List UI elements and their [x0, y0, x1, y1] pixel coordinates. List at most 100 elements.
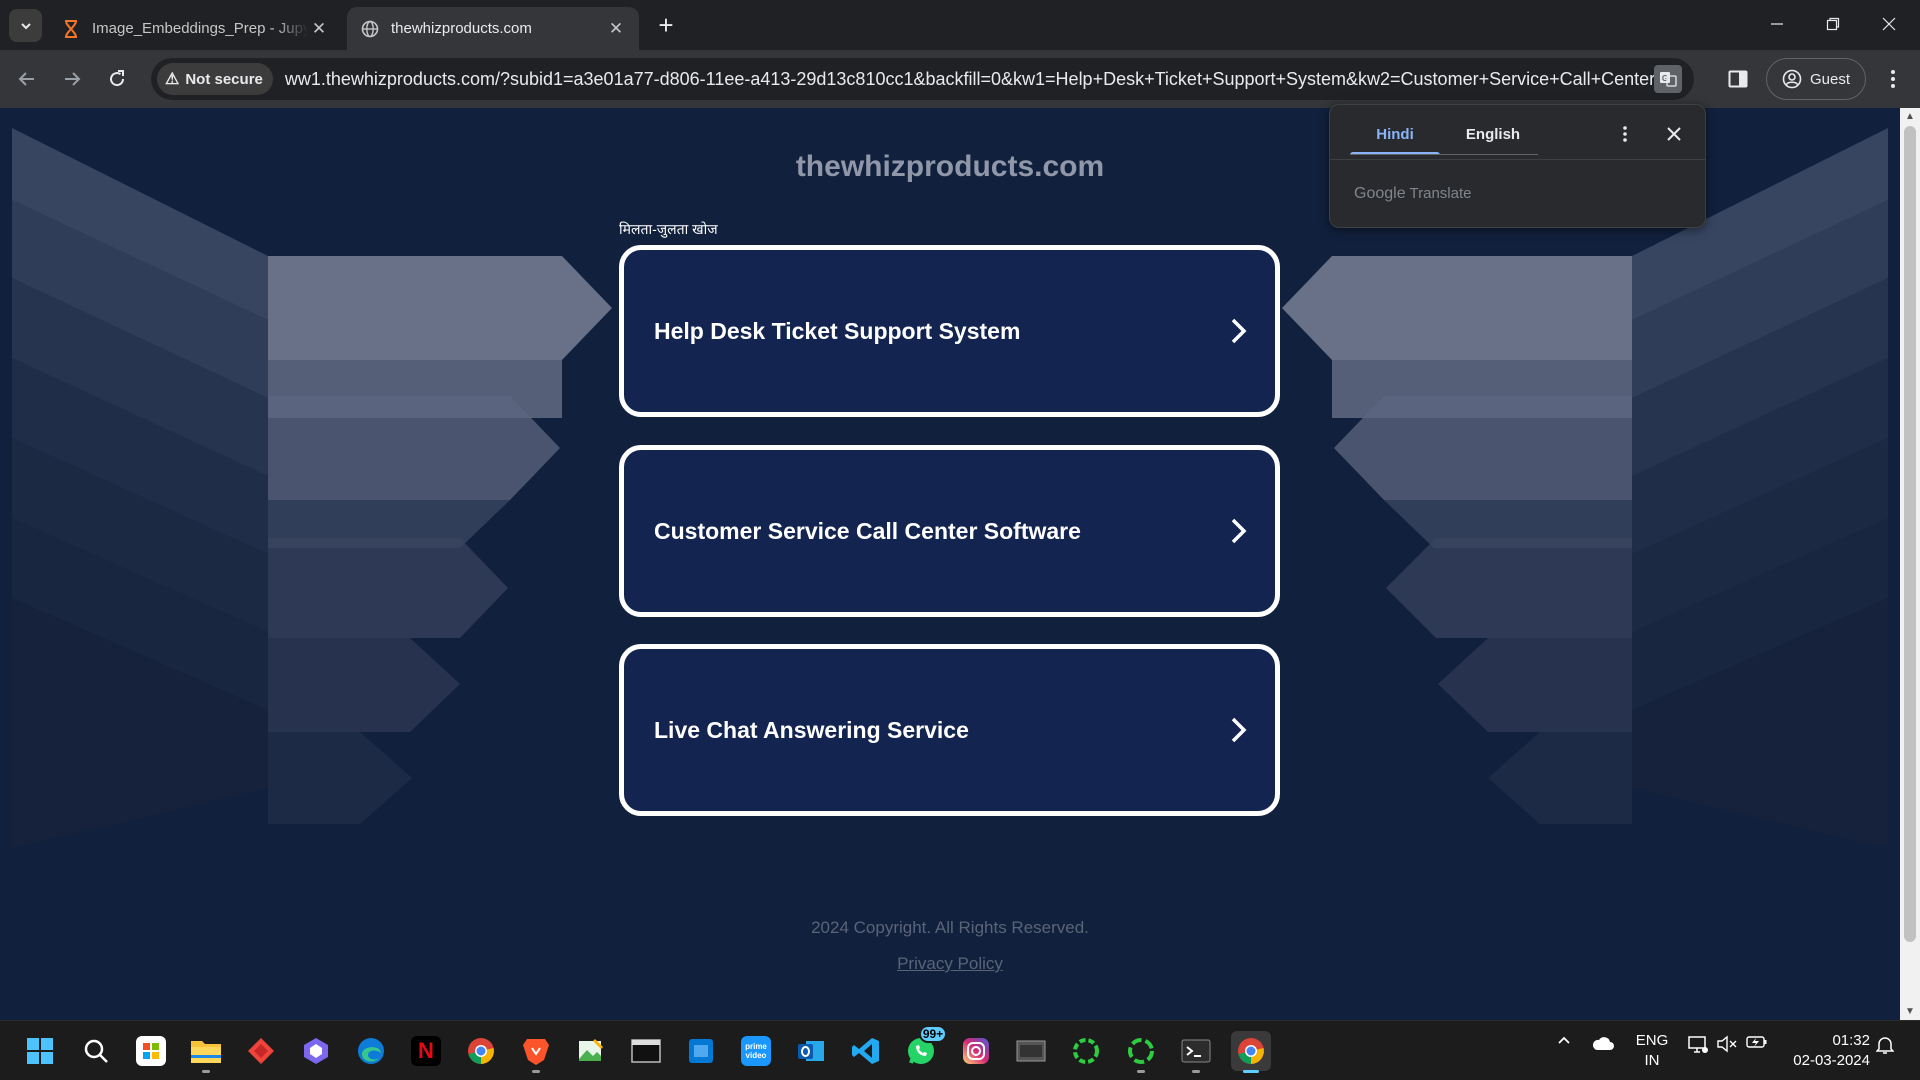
back-button[interactable] [10, 62, 44, 96]
copilot-button[interactable] [296, 1031, 336, 1071]
loading-ring-icon [1073, 1038, 1099, 1064]
related-link-label: Live Chat Answering Service [654, 716, 969, 743]
popup-divider [1330, 159, 1705, 160]
scroll-thumb[interactable] [1904, 126, 1916, 942]
virtual-machine-icon [1016, 1040, 1046, 1062]
privacy-policy-link[interactable]: Privacy Policy [0, 954, 1900, 974]
side-panel-button[interactable] [1723, 64, 1753, 94]
close-icon[interactable]: ✕ [605, 18, 627, 40]
related-searches-label: मिलता-जुलता खोज [619, 221, 718, 237]
clock-date: 02-03-2024 [1793, 1052, 1870, 1069]
volume-button[interactable] [1714, 1035, 1740, 1053]
region-code: IN [1644, 1052, 1660, 1069]
chrome-active-icon [1238, 1038, 1264, 1064]
security-chip[interactable]: ⚠ Not secure [157, 63, 273, 95]
input-language-indicator[interactable]: ENG IN [1632, 1031, 1672, 1071]
related-link-label: Customer Service Call Center Software [654, 517, 1081, 544]
related-link-card[interactable]: Live Chat Answering Service [619, 644, 1280, 816]
system-clock[interactable]: 01:32 02-03-2024 [1780, 1031, 1870, 1071]
file-explorer-button[interactable] [186, 1031, 226, 1073]
tab-strip: Image_Embeddings_Prep - Jupyter ✕ thewhi… [0, 0, 1920, 50]
netflix-icon: N [411, 1036, 441, 1066]
start-button[interactable] [20, 1031, 60, 1071]
forward-button[interactable] [55, 62, 89, 96]
more-vertical-icon [1891, 70, 1895, 88]
related-link-card[interactable]: Help Desk Ticket Support System [619, 245, 1280, 417]
scroll-down-arrow-icon[interactable]: ▼ [1900, 1003, 1920, 1020]
instagram-button[interactable] [956, 1031, 996, 1071]
microsoft-store-button[interactable] [131, 1031, 171, 1071]
tab-search-button[interactable] [9, 9, 42, 42]
prime-video-button[interactable]: prime video [736, 1031, 776, 1071]
chrome-active-button[interactable] [1231, 1031, 1271, 1073]
lang-tab-english[interactable]: English [1448, 113, 1538, 155]
notifications-button[interactable] [1872, 1035, 1898, 1055]
vscode-button[interactable] [846, 1031, 886, 1071]
network-button[interactable] [1684, 1035, 1712, 1055]
chrome-icon [468, 1038, 494, 1064]
edge-button[interactable] [351, 1031, 391, 1071]
vscode-icon [852, 1038, 879, 1064]
url-text[interactable]: ww1.thewhizproducts.com/?subid1=a3e01a77… [285, 69, 1670, 90]
globe-icon [361, 20, 379, 38]
minimize-button[interactable] [1754, 6, 1800, 42]
powershell-button[interactable] [1176, 1031, 1216, 1073]
loading-app-alt-button[interactable] [1121, 1031, 1161, 1073]
translate-icon[interactable]: G [1654, 65, 1682, 93]
running-indicator [532, 1070, 540, 1073]
google-wordmark: Google [1354, 185, 1406, 202]
battery-button[interactable] [1744, 1035, 1770, 1049]
terminal-window-icon [631, 1039, 661, 1063]
reload-button[interactable] [100, 62, 134, 96]
battery-charging-icon [1746, 1036, 1767, 1048]
cloud-icon [1592, 1037, 1614, 1050]
bell-icon [1876, 1037, 1894, 1054]
outlook-button[interactable] [791, 1031, 831, 1071]
virtual-machine-button[interactable] [1011, 1031, 1051, 1071]
window-close-button[interactable] [1866, 6, 1912, 42]
start-icon [27, 1038, 53, 1064]
whatsapp-button[interactable]: 99+ [901, 1025, 947, 1071]
tab-jupyter[interactable]: Image_Embeddings_Prep - Jupyter ✕ [48, 7, 342, 50]
browser-menu-button[interactable] [1878, 62, 1908, 96]
anydesk-button[interactable] [241, 1031, 281, 1071]
chrome-button[interactable] [461, 1031, 501, 1071]
clock-time: 01:32 [1832, 1032, 1870, 1049]
browser-toolbar: ⚠ Not secure ww1.thewhizproducts.com/?su… [0, 50, 1920, 108]
translate-popup: Hindi English Google Translate [1329, 104, 1706, 228]
photo-app-icon [579, 1039, 603, 1061]
chevron-right-icon [1225, 317, 1253, 345]
photo-app-button[interactable] [571, 1031, 611, 1071]
outlook-icon [798, 1041, 824, 1061]
onedrive-button[interactable] [1588, 1035, 1618, 1051]
restore-button[interactable] [1810, 6, 1856, 42]
google-translate-brand: Google Translate [1354, 185, 1471, 203]
close-icon[interactable]: ✕ [308, 18, 330, 40]
profile-button[interactable]: Guest [1766, 58, 1866, 100]
related-link-card[interactable]: Customer Service Call Center Software [619, 445, 1280, 617]
web-page: thewhizproducts.com मिलता-जुलता खोज Help… [0, 108, 1900, 1020]
brave-icon [523, 1039, 549, 1065]
scroll-up-arrow-icon[interactable]: ▲ [1900, 108, 1920, 125]
arrow-left-icon [18, 72, 34, 86]
tab-thewhizproducts[interactable]: thewhizproducts.com ✕ [347, 7, 639, 50]
page-scrollbar[interactable]: ▲ ▼ [1900, 108, 1920, 1020]
netflix-button[interactable]: N [406, 1031, 446, 1071]
more-vertical-icon[interactable] [1613, 119, 1637, 149]
search-button[interactable] [76, 1031, 116, 1071]
search-icon [84, 1039, 108, 1063]
brave-button[interactable] [516, 1031, 556, 1073]
tab-title: thewhizproducts.com [391, 20, 532, 37]
lang-tab-hindi[interactable]: Hindi [1350, 113, 1440, 155]
new-tab-button[interactable]: + [651, 10, 681, 40]
terminal-window-button[interactable] [626, 1031, 666, 1071]
volume-muted-icon [1717, 1035, 1737, 1053]
address-bar[interactable]: ⚠ Not secure ww1.thewhizproducts.com/?su… [151, 58, 1694, 100]
windows-app-button[interactable] [681, 1031, 721, 1071]
security-label: Not secure [185, 70, 263, 88]
close-icon[interactable] [1659, 119, 1689, 149]
loading-app-button[interactable] [1066, 1031, 1106, 1071]
reload-icon [110, 70, 125, 87]
show-hidden-icons-button[interactable] [1552, 1035, 1576, 1045]
warning-triangle-icon: ⚠ [165, 71, 180, 88]
